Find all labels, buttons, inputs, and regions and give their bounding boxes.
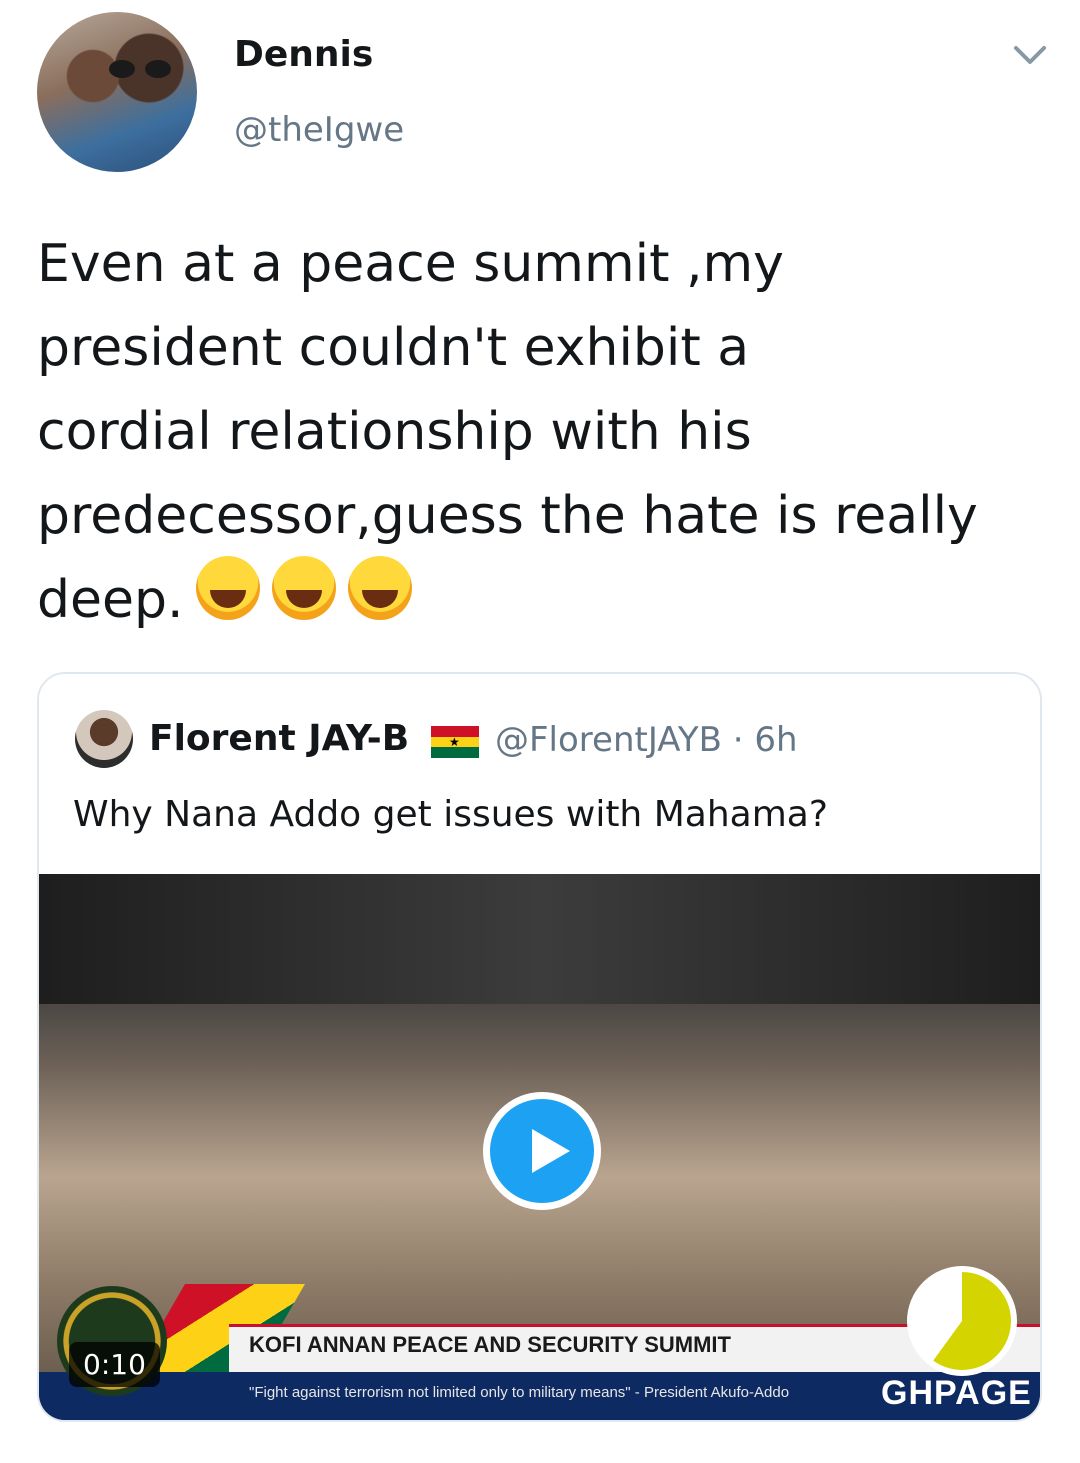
author-display-name[interactable]: Dennis [234,34,373,75]
play-button-icon[interactable] [483,1092,601,1210]
video-watermark: GHPAGE [881,1374,1032,1412]
ghpage-logo-icon [907,1266,1017,1376]
video-frame-background [39,874,1040,1004]
author-avatar[interactable] [37,12,197,172]
rolling-on-the-floor-laughing-icon [348,556,412,620]
ghana-flag-icon: ★ [431,726,479,758]
rolling-on-the-floor-laughing-icon [272,556,336,620]
quoted-author-name: Florent JAY-B [149,718,410,759]
tweet-text: Even at a peace summit ,my president cou… [37,234,978,630]
sunglasses-icon [109,60,171,78]
video-duration: 0:10 [69,1342,160,1387]
video-player[interactable]: KOFI ANNAN PEACE AND SECURITY SUMMIT "Fi… [39,874,1040,1420]
quoted-author-avatar [75,710,133,768]
quoted-handle-time: @FlorentJAYB · 6h [495,720,798,760]
face-with-tears-of-joy-icon [196,556,260,620]
chevron-down-icon[interactable] [1012,40,1048,68]
author-handle[interactable]: @theIgwe [234,110,404,150]
tweet-emojis [196,556,424,626]
video-ticker-text: "Fight against terrorism not limited onl… [249,1384,790,1401]
video-banner-title: KOFI ANNAN PEACE AND SECURITY SUMMIT [249,1332,731,1357]
quoted-tweet-card[interactable]: Florent JAY-B ★ @FlorentJAYB · 6h Why Na… [37,672,1042,1422]
quoted-tweet-text: Why Nana Addo get issues with Mahama? [73,794,828,835]
